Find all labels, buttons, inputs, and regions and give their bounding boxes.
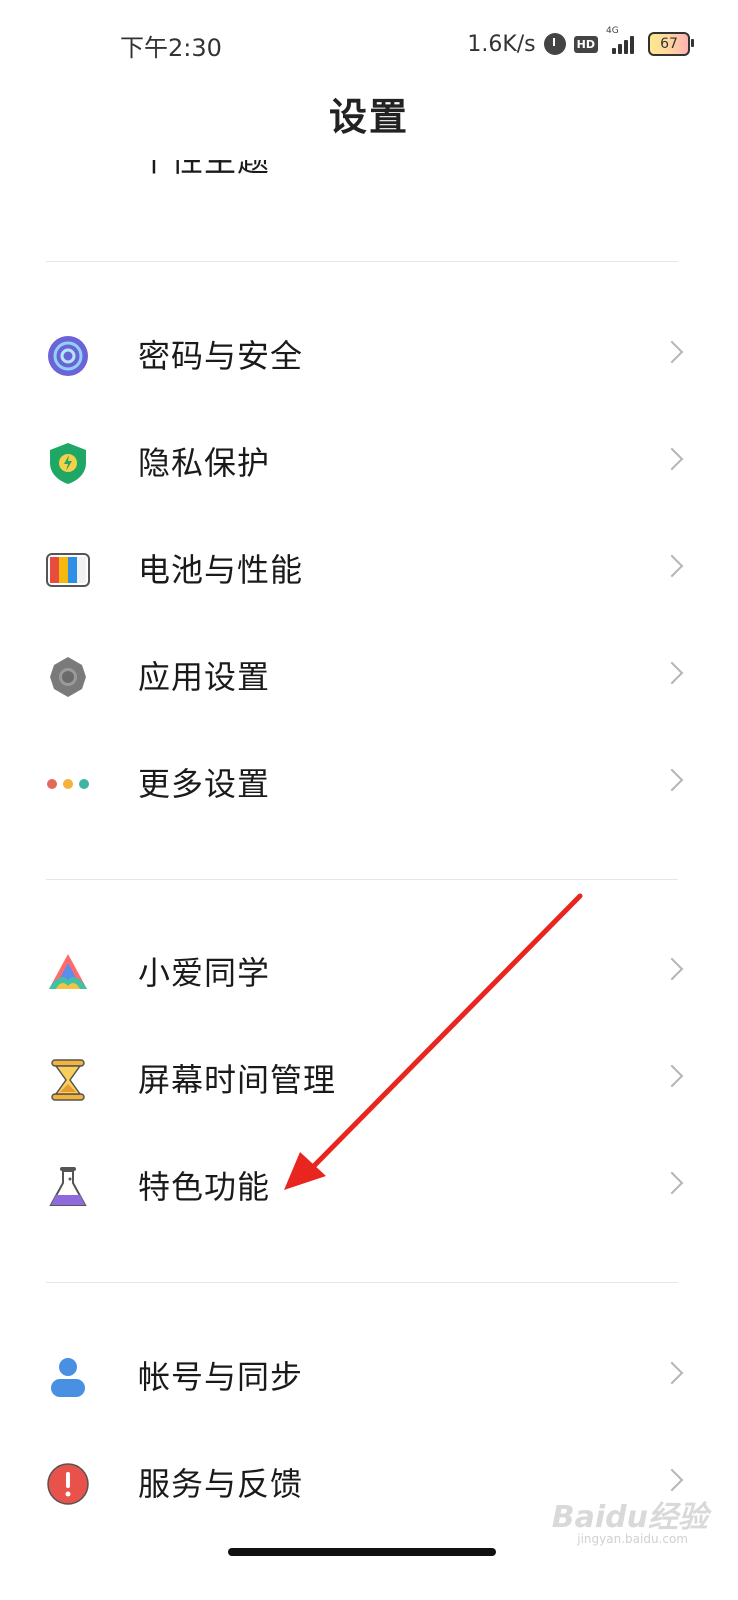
settings-item-battery-performance[interactable]: 电池与性能 [0,520,738,620]
chevron-right-icon [660,447,684,471]
network-speed: 1.6K/s [467,31,536,57]
settings-item-label: 应用设置 [138,658,271,696]
settings-item-label: 小爱同学 [138,954,271,992]
xiaoai-icon [49,954,87,989]
chevron-right-icon [660,1468,684,1492]
status-time: 下午2:30 [120,34,222,62]
settings-item-more-settings[interactable]: 更多设置 [0,734,738,834]
password-security-icon [48,336,88,376]
alarm-icon [543,33,566,55]
section-divider [46,1282,678,1283]
page-title: 设置 [328,95,409,139]
settings-item-account-sync[interactable]: 帐号与同步 [0,1327,738,1427]
battery-icon: 67 [648,32,694,56]
settings-item-label: 个性主题 [138,160,271,179]
settings-item-label: 帐号与同步 [138,1358,304,1396]
chevron-right-icon [660,661,684,685]
settings-item-label: 特色功能 [138,1168,271,1206]
status-bar: 下午2:30 1.6K/s HD 4G 67 [0,0,738,88]
theme-icon [46,160,90,182]
more-settings-dots-icon [47,779,89,789]
status-indicators: 1.6K/s HD 4G 67 [467,26,694,62]
settings-item-label: 电池与性能 [138,551,304,589]
watermark: Baidu经验 [551,1500,708,1535]
signal-icon: 4G [606,26,640,56]
flask-icon [49,1167,87,1206]
settings-item-theme[interactable]: 个性主题 [0,160,738,188]
app-settings-gear-icon [50,657,86,697]
hourglass-icon [51,1059,85,1101]
feedback-icon [47,1463,89,1505]
settings-item-label: 隐私保护 [138,444,271,482]
settings-item-special-features[interactable]: 特色功能 [0,1137,738,1237]
settings-item-label: 更多设置 [138,765,271,803]
account-icon [51,1358,85,1397]
chevron-right-icon [660,1361,684,1385]
section-divider [46,879,678,880]
settings-item-label: 密码与安全 [138,337,304,375]
settings-item-privacy[interactable]: 隐私保护 [0,413,738,513]
watermark-sub: jingyan.baidu.com [577,1532,688,1546]
section-divider [46,261,678,262]
chevron-right-icon [660,554,684,578]
chevron-right-icon [660,957,684,981]
settings-item-password-security[interactable]: 密码与安全 [0,306,738,406]
chevron-right-icon [660,1171,684,1195]
settings-item-screen-time[interactable]: 屏幕时间管理 [0,1030,738,1130]
settings-item-label: 屏幕时间管理 [138,1061,337,1099]
settings-item-xiaoai[interactable]: 小爱同学 [0,923,738,1023]
network-type: 4G [606,26,619,36]
chevron-right-icon [660,340,684,364]
home-indicator[interactable] [228,1548,496,1556]
hd-icon: HD [573,35,598,53]
battery-performance-icon [46,553,90,587]
settings-item-label: 服务与反馈 [138,1465,304,1503]
privacy-shield-icon [50,443,86,484]
settings-item-app-settings[interactable]: 应用设置 [0,627,738,727]
chevron-right-icon [660,1064,684,1088]
chevron-right-icon [660,768,684,792]
